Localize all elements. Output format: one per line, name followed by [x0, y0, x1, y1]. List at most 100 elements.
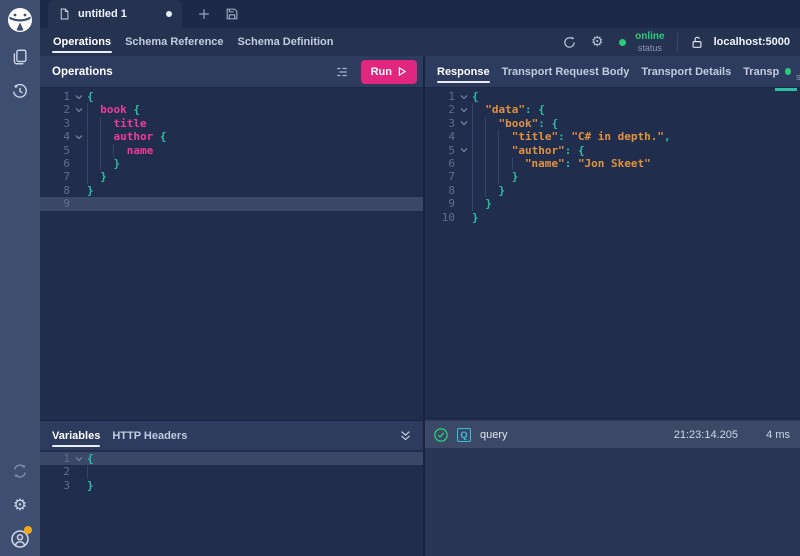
fold-chevron-icon[interactable] [455, 103, 472, 116]
code-line: 6} [40, 157, 423, 170]
response-editor[interactable]: 1{2"data": {3"book": {4"title": "C# in d… [425, 88, 800, 418]
tab-response[interactable]: Response [437, 56, 490, 87]
fold-chevron-icon[interactable] [70, 103, 87, 116]
log-kind-label: query [480, 429, 508, 441]
collapse-button[interactable] [398, 421, 423, 450]
log-duration: 4 ms [738, 429, 790, 441]
code-line: 5"author": { [425, 144, 800, 157]
prettify-button[interactable] [331, 61, 353, 83]
line-number: 4 [425, 130, 455, 143]
plus-icon [197, 7, 211, 21]
code-text: { [87, 90, 423, 103]
code-text [87, 465, 423, 478]
code-line: 3 "book": { [425, 117, 800, 130]
code-text: } [472, 170, 800, 183]
fold-chevron-icon[interactable] [70, 130, 87, 143]
fold-chevron-icon[interactable] [455, 144, 472, 157]
line-number: 8 [40, 184, 70, 197]
code-line: 9 [40, 197, 423, 210]
chevron-double-down-icon [398, 429, 413, 443]
prettify-icon [335, 65, 349, 79]
save-button[interactable] [218, 0, 246, 28]
fold-spacer [70, 144, 87, 157]
line-number: 7 [40, 170, 70, 183]
code-line: 2book { [40, 103, 423, 116]
tab-schema-reference[interactable]: Schema Reference [124, 28, 224, 56]
document-tab-strip: Operations Schema Reference Schema Defin… [40, 28, 800, 56]
unlock-icon[interactable] [690, 35, 704, 50]
line-number: 6 [40, 157, 70, 170]
variables-editor[interactable]: 1{23} [40, 450, 423, 556]
new-tab-button[interactable] [190, 0, 218, 28]
code-line: 4author { [40, 130, 423, 143]
operations-panel-title: Operations [52, 66, 113, 78]
overview-ruler-mark [775, 88, 797, 91]
fold-spacer [70, 479, 87, 492]
code-line: 1{ [40, 452, 423, 465]
tab-title: untitled 1 [78, 8, 127, 20]
log-entry[interactable]: Q query 21:23:14.205 4 ms [425, 421, 800, 448]
line-number: 2 [40, 465, 70, 478]
line-number: 3 [425, 117, 455, 130]
tab-http-headers[interactable]: HTTP Headers [112, 421, 187, 450]
file-icon [58, 7, 71, 21]
fold-spacer [70, 117, 87, 130]
fold-spacer [70, 465, 87, 478]
line-number: 4 [40, 130, 70, 143]
run-button[interactable]: Run [361, 60, 417, 84]
success-check-icon [433, 427, 449, 443]
profile-icon[interactable] [0, 522, 40, 556]
status-caption: status [638, 43, 662, 53]
sync-icon[interactable] [0, 454, 40, 488]
code-text: "title": "C# in depth.", [472, 130, 800, 143]
code-line: 8} [40, 184, 423, 197]
host-label: localhost:5000 [714, 36, 790, 48]
refresh-icon [562, 35, 577, 50]
notification-badge [24, 526, 32, 534]
line-number: 7 [425, 170, 455, 183]
fold-chevron-icon[interactable] [455, 90, 472, 103]
code-line: 4 "title": "C# in depth.", [425, 130, 800, 143]
tab-schema-definition[interactable]: Schema Definition [237, 28, 335, 56]
tab-operations[interactable]: Operations [52, 28, 112, 56]
code-line: 6 "name": "Jon Skeet" [425, 157, 800, 170]
code-text: } [87, 170, 423, 183]
banana-cake-pop-logo-icon [7, 7, 33, 33]
stat-status: 200 status [796, 61, 800, 83]
fold-spacer [70, 170, 87, 183]
line-number: 9 [425, 197, 455, 210]
line-number: 5 [425, 144, 455, 157]
history-icon[interactable] [0, 74, 40, 108]
connection-settings-button[interactable]: ⚙ [585, 30, 609, 54]
code-line: 7} [425, 170, 800, 183]
fold-chevron-icon[interactable] [70, 90, 87, 103]
document-tab[interactable]: untitled 1 [48, 0, 182, 28]
tab-transport-details[interactable]: Transport Details [641, 56, 731, 87]
response-tabbar: Response Transport Request Body Transpor… [425, 56, 800, 88]
unsaved-dot [166, 11, 172, 17]
tab-transport-truncated[interactable]: Transp [743, 56, 779, 87]
code-text: { [87, 452, 423, 465]
code-line: 1{ [40, 90, 423, 103]
app-logo[interactable] [0, 0, 40, 40]
fold-spacer [70, 197, 87, 210]
status-indicator-dot [619, 39, 626, 46]
settings-icon[interactable]: ⚙ [0, 488, 40, 522]
operations-editor[interactable]: 1{2book {3title4author {5name6}7}8}9 [40, 88, 423, 420]
line-number: 1 [425, 90, 455, 103]
refresh-button[interactable] [557, 30, 581, 54]
tab-variables[interactable]: Variables [52, 421, 100, 450]
code-text: "book": { [472, 117, 800, 130]
code-text: { [472, 90, 800, 103]
fold-chevron-icon[interactable] [70, 452, 87, 465]
fold-spacer [455, 197, 472, 210]
gear-icon: ⚙ [591, 35, 604, 49]
line-number: 6 [425, 157, 455, 170]
line-number: 8 [425, 184, 455, 197]
documents-icon[interactable] [0, 40, 40, 74]
fold-chevron-icon[interactable] [455, 117, 472, 130]
code-text: title [87, 117, 423, 130]
code-text: "name": "Jon Skeet" [472, 157, 800, 170]
code-text: book { [87, 103, 423, 116]
tab-transport-request-body[interactable]: Transport Request Body [502, 56, 630, 87]
